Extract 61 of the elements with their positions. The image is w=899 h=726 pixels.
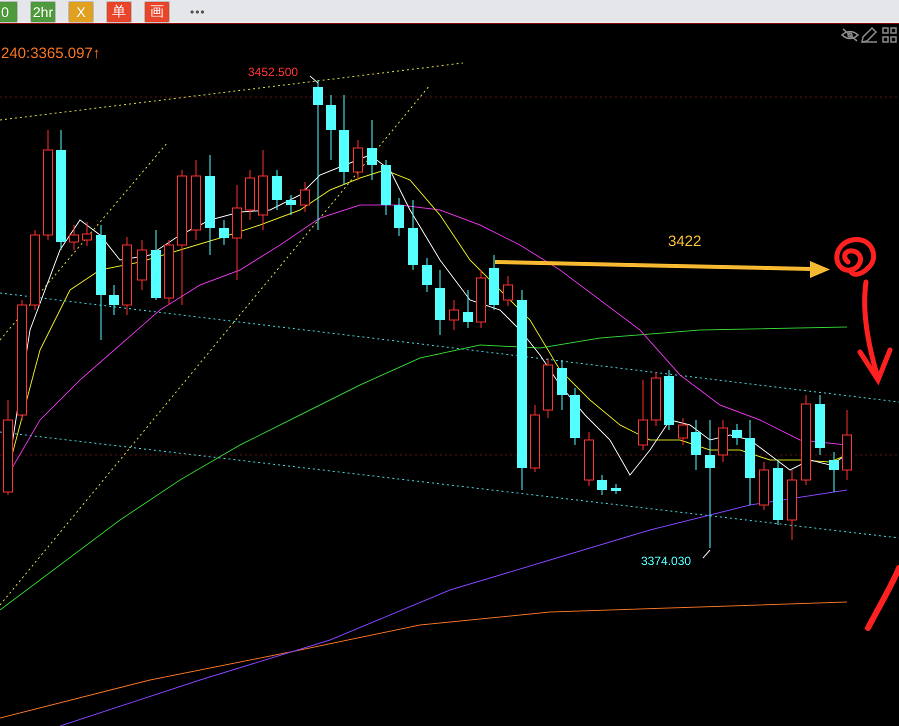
candlestick <box>394 198 404 236</box>
target-price-label: 3422 <box>668 233 702 250</box>
candlestick <box>69 224 79 250</box>
candlestick <box>300 182 310 212</box>
candlestick <box>272 170 282 210</box>
candlestick <box>815 394 825 456</box>
candlestick <box>476 270 486 328</box>
toolbar-button[interactable]: 画 <box>144 0 170 22</box>
candlestick <box>570 388 580 446</box>
toolbar-button[interactable]: 单 <box>106 0 132 22</box>
hide-icon[interactable] <box>841 28 859 42</box>
indicator-label: 240:3365.097↑ <box>1 45 100 62</box>
candlestick <box>530 404 540 472</box>
grid-icon[interactable] <box>882 27 897 43</box>
candlestick <box>109 284 119 316</box>
hand-drawn-spiral <box>834 237 876 277</box>
candlestick <box>664 370 674 430</box>
pencil-icon[interactable] <box>861 26 878 43</box>
candlestick <box>219 220 229 246</box>
candlestick <box>422 258 432 292</box>
leader-line <box>702 550 710 558</box>
candlestick <box>367 120 377 180</box>
candlestick <box>353 140 363 180</box>
candlestick <box>611 484 621 494</box>
candlestick <box>449 300 459 330</box>
candlestick <box>759 462 769 510</box>
leader-line <box>310 76 318 84</box>
candlestick <box>651 372 661 426</box>
candlestick <box>787 470 797 540</box>
candlestick <box>151 230 161 300</box>
candlestick <box>718 420 728 462</box>
low-price-label: 3374.030 <box>641 554 692 568</box>
candlestick <box>164 240 174 306</box>
candlestick <box>408 200 418 270</box>
candlestick <box>326 94 336 160</box>
candlestick <box>463 290 473 328</box>
candlestick <box>435 270 445 336</box>
candlestick <box>245 170 255 220</box>
candlestick <box>842 410 852 480</box>
candlestick <box>678 418 688 446</box>
candlestick <box>82 222 92 246</box>
candlestick <box>691 420 701 470</box>
candlestick <box>638 380 648 450</box>
candlestick <box>286 194 296 216</box>
candlestick <box>829 452 839 492</box>
candlestick <box>381 160 391 216</box>
toolbar-button[interactable]: 2hr <box>30 0 56 22</box>
candlestick <box>137 240 147 290</box>
high-price-label: 3452.500 <box>248 65 298 79</box>
candlestick <box>584 432 594 486</box>
more-button[interactable]: ••• <box>186 4 210 18</box>
toolbar-button[interactable]: X <box>68 0 94 22</box>
candlestick <box>489 254 499 310</box>
hand-drawn-stroke <box>865 565 899 631</box>
candlestick <box>543 358 553 418</box>
candlestick <box>557 360 567 410</box>
toolbar-button[interactable]: 0 <box>0 0 18 22</box>
candlestick <box>732 424 742 446</box>
candlestick <box>503 276 513 306</box>
candlestick <box>773 460 783 526</box>
candlestick <box>597 474 607 496</box>
